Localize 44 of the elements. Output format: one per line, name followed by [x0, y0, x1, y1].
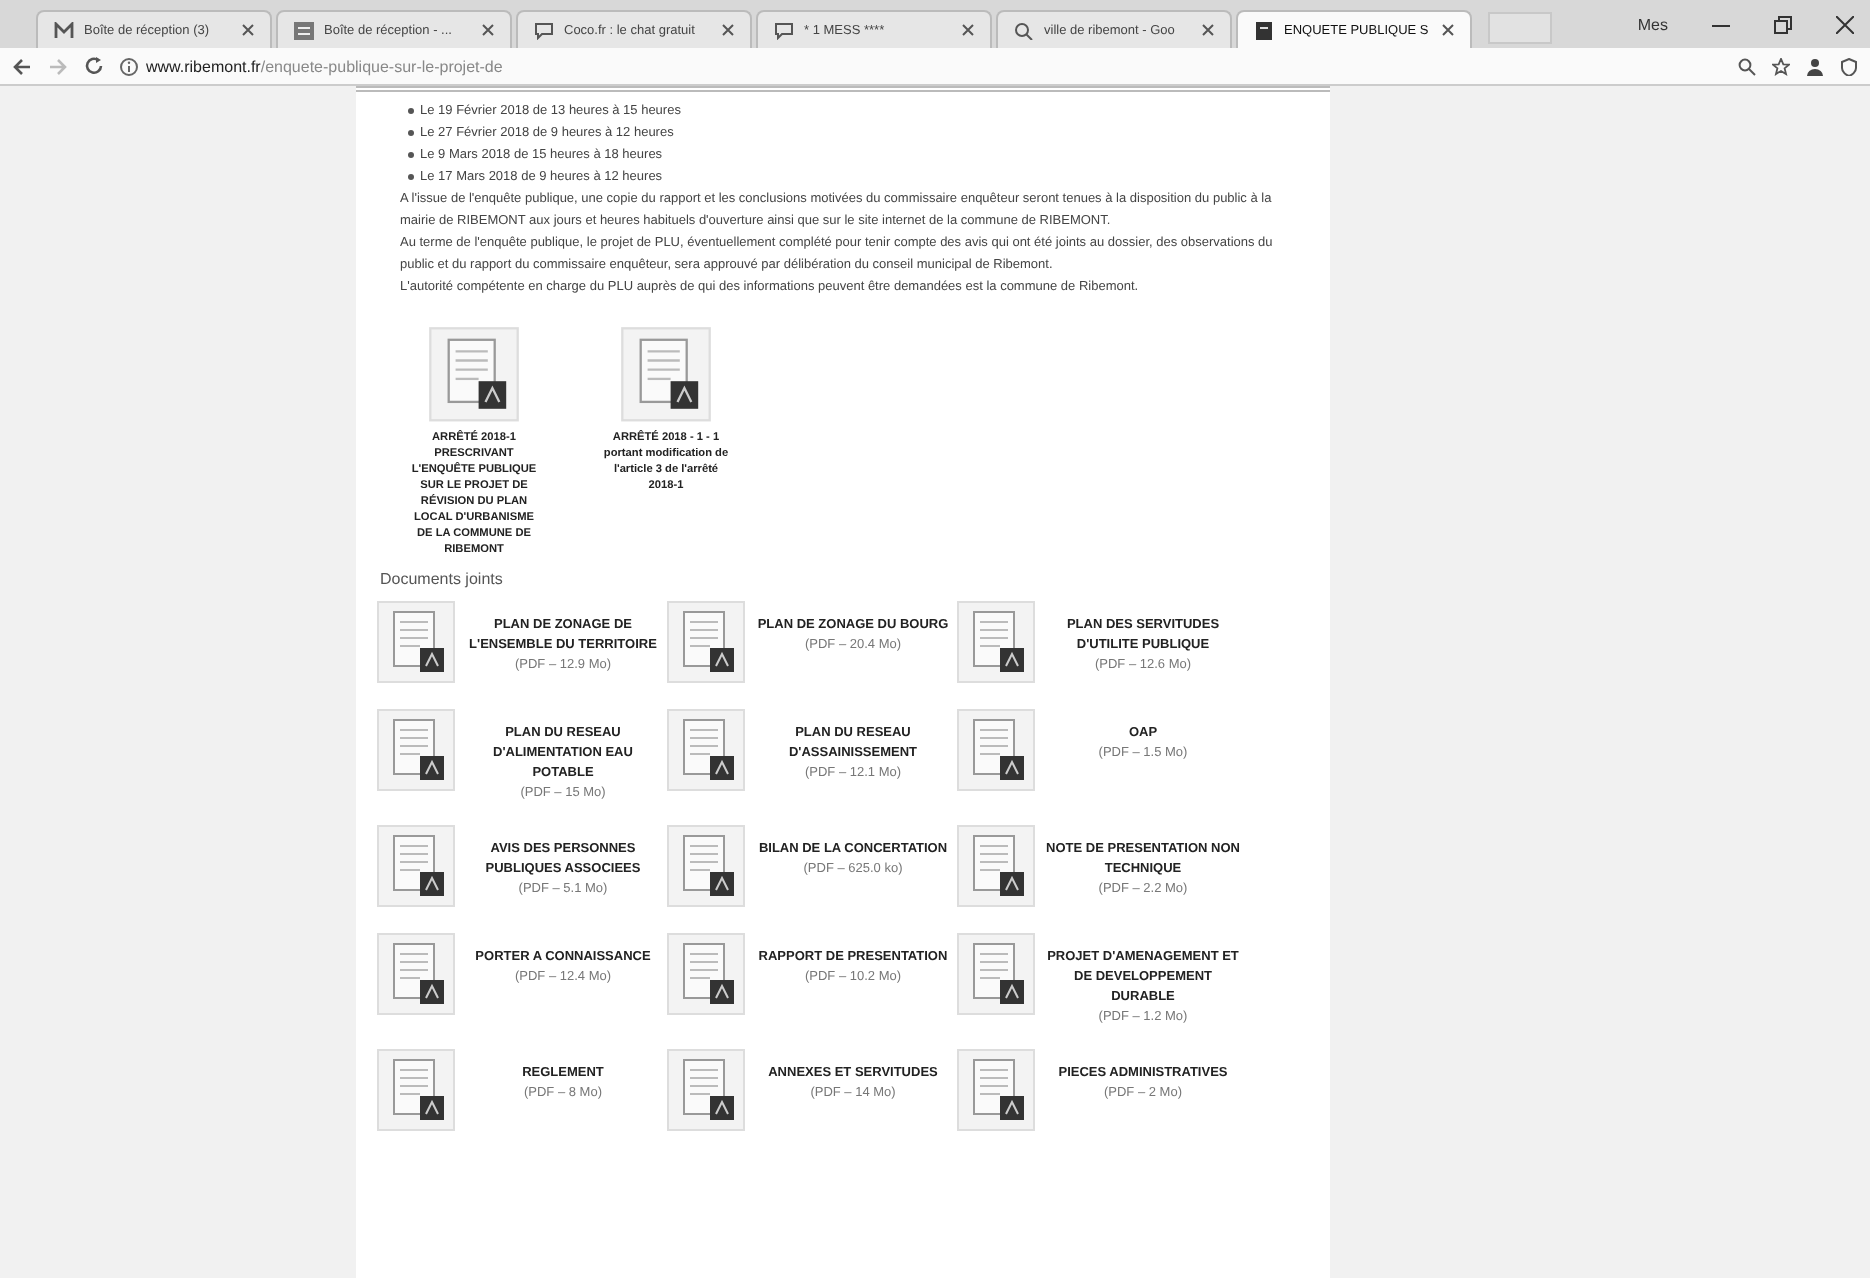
pdf-document-icon[interactable] [376, 824, 456, 909]
pdf-document-icon[interactable] [376, 932, 456, 1017]
back-arrow-icon[interactable] [12, 57, 32, 75]
close-tab-icon[interactable] [242, 24, 254, 36]
pdf-document-icon[interactable] [956, 824, 1036, 909]
close-tab-icon[interactable] [1202, 24, 1214, 36]
pdf-document-icon[interactable] [428, 326, 520, 423]
close-tab-icon[interactable] [1442, 24, 1454, 36]
profile-name[interactable]: Mes [1637, 15, 1668, 33]
info-icon [120, 57, 138, 75]
pdf-document-icon[interactable] [666, 708, 746, 793]
shield-icon[interactable] [1840, 57, 1858, 75]
page-icon [1254, 21, 1274, 39]
pdf-document-icon[interactable] [620, 326, 712, 423]
pdf-document-icon[interactable] [376, 708, 456, 793]
list-icon [294, 21, 314, 39]
pdf-document-icon[interactable] [666, 932, 746, 1017]
close-icon[interactable] [1836, 15, 1854, 33]
zoom-icon[interactable] [1738, 57, 1756, 75]
bullet-icon [408, 152, 414, 158]
close-tab-icon[interactable] [962, 24, 974, 36]
person-icon[interactable] [1806, 57, 1824, 75]
pdf-document-icon[interactable] [666, 600, 746, 685]
close-tab-icon[interactable] [722, 24, 734, 36]
pdf-document-icon[interactable] [956, 1048, 1036, 1133]
pdf-document-icon[interactable] [956, 708, 1036, 793]
star-icon[interactable] [1772, 57, 1790, 75]
pdf-document-icon[interactable] [956, 932, 1036, 1017]
pdf-document-icon[interactable] [666, 1048, 746, 1133]
pdf-document-icon[interactable] [956, 600, 1036, 685]
bullet-icon [408, 108, 414, 114]
close-tab-icon[interactable] [482, 24, 494, 36]
pdf-document-icon[interactable] [376, 1048, 456, 1133]
search-icon [1014, 21, 1034, 39]
bullet-icon [408, 174, 414, 180]
reload-icon[interactable] [84, 56, 104, 76]
pdf-document-icon[interactable] [376, 600, 456, 685]
restore-icon[interactable] [1774, 15, 1792, 33]
bullet-icon [408, 130, 414, 136]
chat-bubble-icon [774, 21, 794, 39]
pdf-document-icon[interactable] [666, 824, 746, 909]
mail-icon [54, 21, 74, 39]
chat-bubble-icon [534, 21, 554, 39]
section-heading: Documents joints [380, 570, 505, 589]
